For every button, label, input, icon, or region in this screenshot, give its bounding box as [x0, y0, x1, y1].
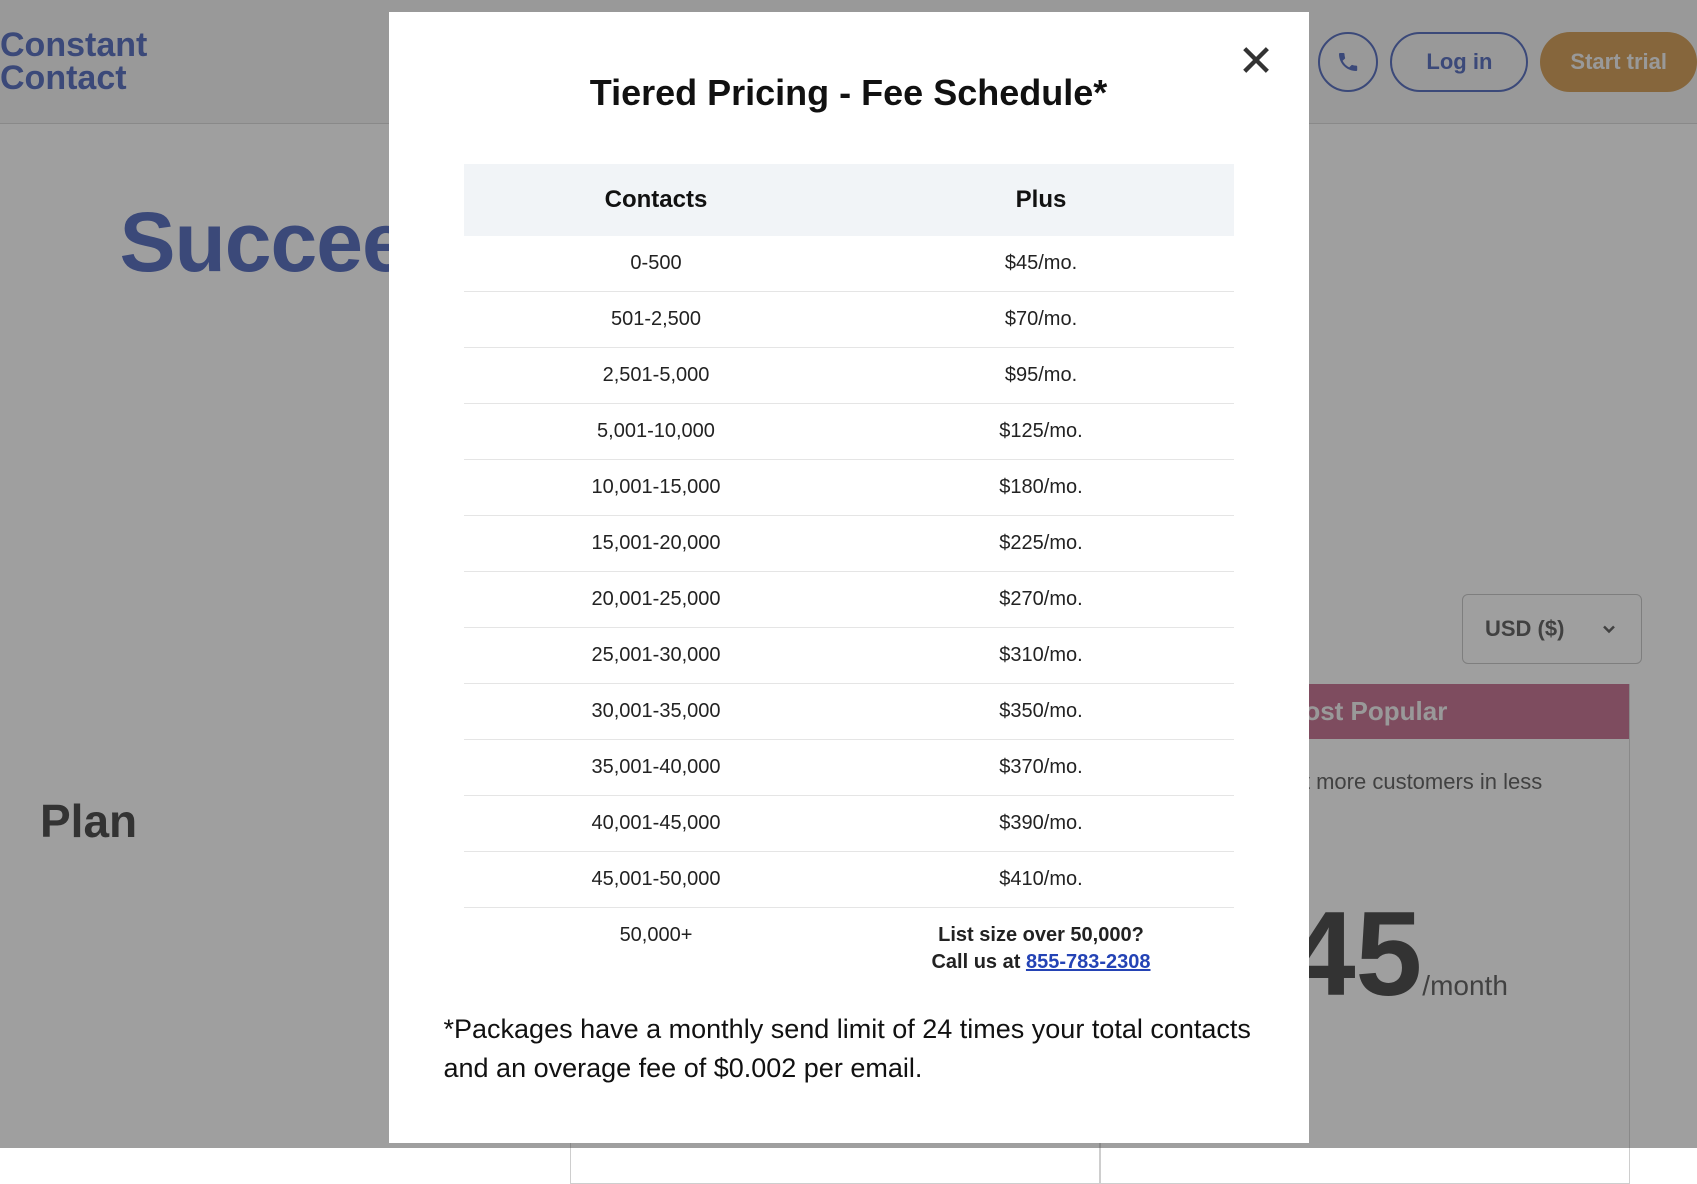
cell-oversize-cta: List size over 50,000? Call us at 855-783… — [849, 908, 1234, 991]
table-row: 10,001-15,000$180/mo. — [464, 460, 1234, 516]
cell-contacts: 10,001-15,000 — [464, 460, 849, 516]
cell-contacts: 25,001-30,000 — [464, 628, 849, 684]
col-contacts-header: Contacts — [464, 164, 849, 236]
modal-title: Tiered Pricing - Fee Schedule* — [444, 72, 1254, 114]
cell-contacts: 35,001-40,000 — [464, 740, 849, 796]
cell-price: $95/mo. — [849, 348, 1234, 404]
table-row-oversize: 50,000+List size over 50,000? Call us at … — [464, 908, 1234, 991]
cell-price: $390/mo. — [849, 796, 1234, 852]
table-row: 0-500$45/mo. — [464, 236, 1234, 292]
phone-link[interactable]: 855-783-2308 — [1026, 951, 1151, 973]
cell-price: $270/mo. — [849, 572, 1234, 628]
cell-contacts: 45,001-50,000 — [464, 852, 849, 908]
table-row: 30,001-35,000$350/mo. — [464, 684, 1234, 740]
cell-contacts: 2,501-5,000 — [464, 348, 849, 404]
cell-contacts: 5,001-10,000 — [464, 404, 849, 460]
table-row: 40,001-45,000$390/mo. — [464, 796, 1234, 852]
col-plus-header: Plus — [849, 164, 1234, 236]
cell-price: $410/mo. — [849, 852, 1234, 908]
cell-contacts: 40,001-45,000 — [464, 796, 849, 852]
cell-contacts: 30,001-35,000 — [464, 684, 849, 740]
close-icon: ✕ — [1238, 37, 1275, 86]
table-row: 35,001-40,000$370/mo. — [464, 740, 1234, 796]
table-row: 501-2,500$70/mo. — [464, 292, 1234, 348]
cell-price: $180/mo. — [849, 460, 1234, 516]
pricing-modal: ✕ Tiered Pricing - Fee Schedule* Contact… — [389, 12, 1309, 1143]
table-row: 15,001-20,000$225/mo. — [464, 516, 1234, 572]
cell-price: $310/mo. — [849, 628, 1234, 684]
cell-price: $225/mo. — [849, 516, 1234, 572]
cell-price: $370/mo. — [849, 740, 1234, 796]
cell-price: $350/mo. — [849, 684, 1234, 740]
table-row: 2,501-5,000$95/mo. — [464, 348, 1234, 404]
oversize-question: List size over 50,000? — [849, 924, 1234, 947]
cell-contacts: 501-2,500 — [464, 292, 849, 348]
cell-price: $45/mo. — [849, 236, 1234, 292]
cell-contacts: 0-500 — [464, 236, 849, 292]
pricing-table: Contacts Plus 0-500$45/mo.501-2,500$70/m… — [464, 164, 1234, 990]
close-button[interactable]: ✕ — [1238, 40, 1275, 84]
cell-contacts: 20,001-25,000 — [464, 572, 849, 628]
table-row: 45,001-50,000$410/mo. — [464, 852, 1234, 908]
cell-contacts: 15,001-20,000 — [464, 516, 849, 572]
cell-price: $70/mo. — [849, 292, 1234, 348]
table-row: 20,001-25,000$270/mo. — [464, 572, 1234, 628]
table-header-row: Contacts Plus — [464, 164, 1234, 236]
table-row: 25,001-30,000$310/mo. — [464, 628, 1234, 684]
table-row: 5,001-10,000$125/mo. — [464, 404, 1234, 460]
cell-contacts-oversize: 50,000+ — [464, 908, 849, 991]
modal-footnote: *Packages have a monthly send limit of 2… — [444, 1010, 1254, 1088]
cell-price: $125/mo. — [849, 404, 1234, 460]
call-us-line: Call us at 855-783-2308 — [931, 951, 1150, 973]
